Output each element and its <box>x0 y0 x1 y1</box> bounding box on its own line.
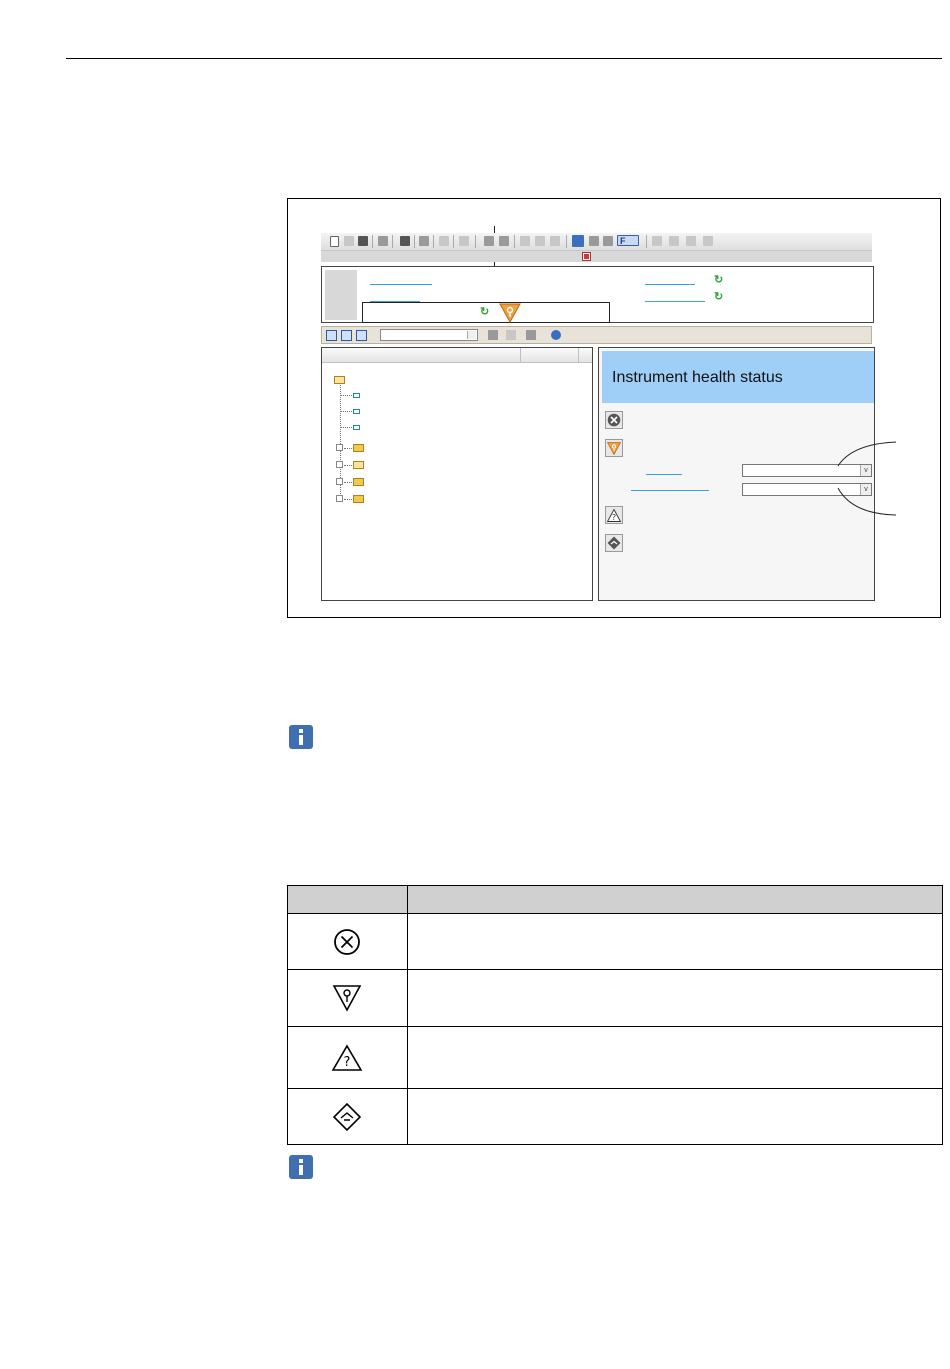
camera-icon[interactable] <box>400 236 410 246</box>
monitor-icon[interactable] <box>572 235 584 247</box>
svg-text:?: ? <box>344 1055 351 1070</box>
print-icon[interactable] <box>526 330 536 340</box>
function-check-detail-link[interactable] <box>631 490 709 491</box>
row-description <box>406 913 944 970</box>
disabled-tool-1-icon <box>652 236 662 246</box>
status-signal-table: ? <box>287 885 944 1145</box>
failure-icon <box>334 928 361 955</box>
health-status-banner: Instrument health status <box>602 351 874 403</box>
symbol-column-header <box>287 885 408 914</box>
root-folder-icon[interactable] <box>334 376 345 384</box>
parameter-leaf-icon[interactable] <box>353 409 360 414</box>
view-select[interactable] <box>380 329 478 341</box>
table-row <box>287 1088 408 1145</box>
layout-1-icon[interactable] <box>326 330 337 341</box>
out-of-specification-icon: ? <box>332 1043 363 1071</box>
copy-icon[interactable] <box>520 236 530 246</box>
info-icon <box>289 1155 313 1179</box>
mail-icon[interactable] <box>506 330 516 340</box>
folder-icon[interactable] <box>353 444 364 452</box>
layout-3-icon[interactable] <box>356 330 367 341</box>
callout-lines-2-3 <box>837 441 897 516</box>
layout-2-icon[interactable] <box>341 330 352 341</box>
tree-expander[interactable] <box>336 478 343 485</box>
view-toolbar <box>321 326 872 344</box>
close-icon[interactable] <box>582 252 591 261</box>
device-status-box: ↻ <box>362 302 610 323</box>
grid-icon[interactable] <box>459 236 469 246</box>
print-icon[interactable] <box>378 236 388 246</box>
web-icon[interactable] <box>551 330 561 340</box>
function-check-status-icon <box>499 303 521 323</box>
health-status-title: Instrument health status <box>612 369 783 386</box>
save-icon[interactable] <box>358 236 368 246</box>
folder-icon[interactable] <box>353 461 364 469</box>
function-check-link[interactable] <box>646 474 682 475</box>
refresh-icon[interactable]: ↻ <box>480 307 491 318</box>
new-document-icon[interactable] <box>330 236 339 247</box>
table-row <box>287 913 408 970</box>
upload-icon[interactable] <box>484 236 494 246</box>
maintenance-required-icon <box>605 534 623 552</box>
tree-expander[interactable] <box>336 461 343 468</box>
disabled-tool-4-icon <box>703 236 713 246</box>
table-row: ? <box>287 1026 408 1089</box>
preview-icon[interactable] <box>439 236 449 246</box>
device-icon[interactable] <box>419 236 429 246</box>
refresh-icon[interactable]: ↻ <box>714 275 725 286</box>
info-icon <box>289 725 313 749</box>
connection-link-2[interactable] <box>645 301 705 302</box>
folder-icon[interactable] <box>353 495 364 503</box>
device-image-placeholder <box>325 270 357 320</box>
link-icon[interactable] <box>535 236 545 246</box>
connection-link-1[interactable] <box>645 284 695 285</box>
row-description <box>406 1088 944 1145</box>
row-description <box>406 1026 944 1089</box>
download-icon[interactable] <box>499 236 509 246</box>
connect-icon[interactable] <box>488 330 498 340</box>
svg-text:?: ? <box>612 513 616 522</box>
function-check-icon <box>333 985 362 1012</box>
parameter-leaf-icon[interactable] <box>353 393 360 398</box>
parameter-down-icon[interactable] <box>603 236 613 246</box>
navigation-tree-panel <box>321 347 593 601</box>
function-check-icon <box>605 439 623 457</box>
main-toolbar: F <box>321 233 872 251</box>
maintenance-required-icon <box>333 1102 362 1131</box>
meaning-column-header <box>406 885 944 914</box>
open-folder-icon[interactable] <box>344 236 354 246</box>
parameter-up-icon[interactable] <box>589 236 599 246</box>
list-icon[interactable] <box>550 236 560 246</box>
device-name-link[interactable] <box>370 284 432 285</box>
disabled-tool-3-icon <box>686 236 696 246</box>
folder-icon[interactable] <box>353 478 364 486</box>
disabled-tool-2-icon <box>669 236 679 246</box>
tree-expander[interactable] <box>336 444 343 451</box>
parameter-leaf-icon[interactable] <box>353 425 360 430</box>
table-row <box>287 969 408 1027</box>
out-of-specification-icon: ? <box>605 506 623 524</box>
tree-column-header <box>322 348 592 363</box>
page-header-rule <box>66 58 942 59</box>
refresh-icon[interactable]: ↻ <box>714 292 725 303</box>
secondary-toolbar-strip <box>321 251 872 262</box>
function-button[interactable]: F <box>617 235 639 246</box>
failure-icon <box>605 411 623 429</box>
row-description <box>406 969 944 1027</box>
tree-expander[interactable] <box>336 495 343 502</box>
